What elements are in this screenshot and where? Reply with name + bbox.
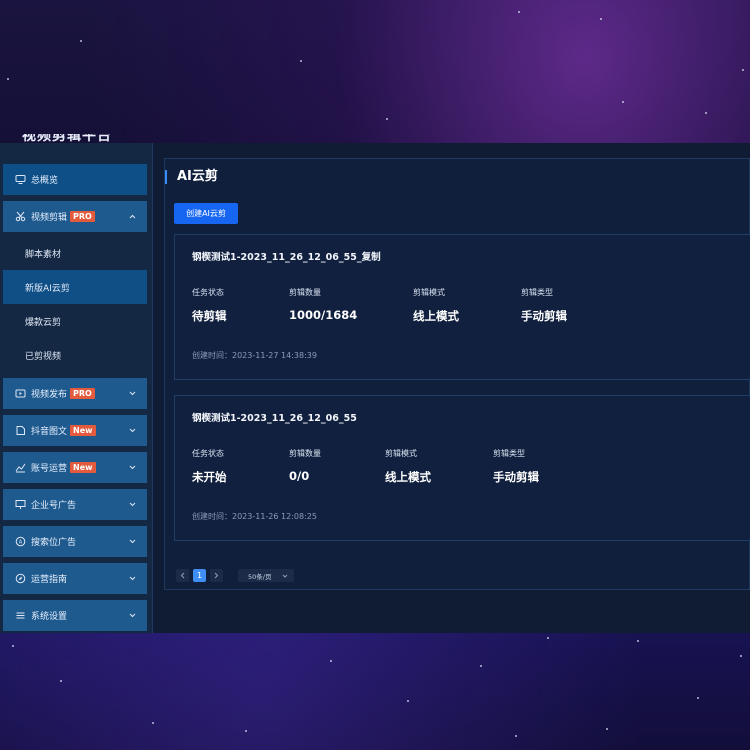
sidebar-item-label: 搜索位广告 bbox=[31, 538, 77, 548]
edit-mode-field: 剪辑模式 线上模式 bbox=[385, 448, 431, 485]
new-badge: New bbox=[70, 462, 96, 473]
sidebar-item-label: 视频发布 bbox=[31, 390, 68, 400]
sidebar-item-system-settings[interactable]: 系统设置 bbox=[3, 600, 147, 631]
next-page-button[interactable] bbox=[210, 569, 223, 582]
chart-icon bbox=[15, 462, 26, 473]
sidebar-item-video-publish[interactable]: 视频发布 PRO bbox=[3, 378, 147, 409]
created-time: 创建时间：2023-11-27 14:38:39 bbox=[192, 351, 317, 360]
sidebar-item-operation-guide[interactable]: 运营指南 bbox=[3, 563, 147, 594]
sidebar: 总概览 视频剪辑 PRO 脚本素材 新版AI云剪 爆款云剪 已剪视频 视频发布 … bbox=[0, 143, 153, 633]
image-text-icon bbox=[15, 425, 26, 436]
task-status-field: 任务状态 未开始 bbox=[192, 448, 227, 485]
edit-mode-value: 线上模式 bbox=[413, 309, 459, 323]
video-edit-submenu: 脚本素材 新版AI云剪 爆款云剪 已剪视频 bbox=[3, 236, 147, 372]
submenu-item-edited-videos[interactable]: 已剪视频 bbox=[3, 338, 147, 372]
billboard-icon bbox=[15, 499, 26, 510]
prev-page-button[interactable] bbox=[176, 569, 189, 582]
chevron-down-icon bbox=[129, 389, 136, 399]
submenu-item-script-material[interactable]: 脚本素材 bbox=[3, 236, 147, 270]
new-badge: New bbox=[70, 425, 96, 436]
submenu-item-hot-cloud-edit[interactable]: 爆款云剪 bbox=[3, 304, 147, 338]
task-card[interactable]: 钢楔测试1-2023_11_26_12_06_55_复制 任务状态 待剪辑 剪辑… bbox=[174, 234, 750, 380]
page-size-value: 50条/页 bbox=[248, 572, 272, 581]
task-status-field: 任务状态 待剪辑 bbox=[192, 287, 227, 324]
edit-type-value: 手动剪辑 bbox=[493, 470, 539, 484]
edit-type-field: 剪辑类型 手动剪辑 bbox=[521, 287, 567, 324]
edit-count-value: 1000/1684 bbox=[289, 308, 358, 322]
sidebar-item-label: 视频剪辑 bbox=[31, 213, 68, 223]
sidebar-item-overview[interactable]: 总概览 bbox=[3, 164, 147, 195]
task-status-value: 待剪辑 bbox=[192, 309, 227, 323]
chevron-right-icon bbox=[214, 572, 219, 579]
edit-type-label: 剪辑类型 bbox=[493, 449, 525, 458]
chevron-down-icon bbox=[129, 611, 136, 621]
sidebar-item-search-ads[interactable]: A 搜索位广告 bbox=[3, 526, 147, 557]
chevron-down-icon bbox=[129, 426, 136, 436]
edit-mode-label: 剪辑模式 bbox=[413, 288, 445, 297]
chevron-left-icon bbox=[180, 572, 185, 579]
edit-type-field: 剪辑类型 手动剪辑 bbox=[493, 448, 539, 485]
sidebar-item-account-operation[interactable]: 账号运营 New bbox=[3, 452, 147, 483]
create-ai-cloud-edit-button[interactable]: 创建AI云剪 bbox=[174, 203, 238, 224]
chevron-down-icon bbox=[129, 537, 136, 547]
edit-mode-label: 剪辑模式 bbox=[385, 449, 417, 458]
sidebar-item-label: 系统设置 bbox=[31, 612, 68, 622]
sidebar-item-video-edit[interactable]: 视频剪辑 PRO bbox=[3, 201, 147, 232]
compass-icon bbox=[15, 573, 26, 584]
sidebar-item-enterprise-ads[interactable]: 企业号广告 bbox=[3, 489, 147, 520]
publish-icon bbox=[15, 388, 26, 399]
page-size-select[interactable]: 50条/页 bbox=[238, 569, 294, 582]
page-title: AI云剪 bbox=[165, 170, 218, 184]
task-card[interactable]: 钢楔测试1-2023_11_26_12_06_55 任务状态 未开始 剪辑数量 … bbox=[174, 395, 750, 541]
edit-count-field: 剪辑数量 1000/1684 bbox=[289, 287, 357, 322]
created-time: 创建时间：2023-11-26 12:08:25 bbox=[192, 512, 317, 521]
edit-type-value: 手动剪辑 bbox=[521, 309, 567, 323]
pro-badge: PRO bbox=[70, 211, 95, 222]
edit-count-field: 剪辑数量 0/0 bbox=[289, 448, 321, 483]
edit-count-value: 0/0 bbox=[289, 469, 310, 483]
chevron-up-icon bbox=[129, 212, 136, 222]
edit-mode-field: 剪辑模式 线上模式 bbox=[413, 287, 459, 324]
chevron-down-icon bbox=[129, 500, 136, 510]
pagination: 1 50条/页 bbox=[176, 569, 294, 582]
chevron-down-icon bbox=[129, 574, 136, 584]
sidebar-item-label: 企业号广告 bbox=[31, 501, 77, 511]
edit-count-label: 剪辑数量 bbox=[289, 449, 321, 458]
chevron-down-icon bbox=[282, 574, 288, 578]
settings-list-icon bbox=[15, 610, 26, 621]
svg-text:A: A bbox=[19, 539, 23, 545]
monitor-icon bbox=[15, 174, 26, 185]
main-panel: AI云剪 创建AI云剪 钢楔测试1-2023_11_26_12_06_55_复制… bbox=[164, 158, 750, 590]
sidebar-item-label: 抖音图文 bbox=[31, 427, 68, 437]
task-status-label: 任务状态 bbox=[192, 288, 224, 297]
edit-mode-value: 线上模式 bbox=[385, 470, 431, 484]
sidebar-item-label: 运营指南 bbox=[31, 575, 68, 585]
sidebar-item-label: 账号运营 bbox=[31, 464, 68, 474]
pro-badge: PRO bbox=[70, 388, 95, 399]
task-status-value: 未开始 bbox=[192, 470, 227, 484]
task-status-label: 任务状态 bbox=[192, 449, 224, 458]
chevron-down-icon bbox=[129, 463, 136, 473]
submenu-item-ai-cloud-edit[interactable]: 新版AI云剪 bbox=[3, 270, 147, 304]
edit-count-label: 剪辑数量 bbox=[289, 288, 321, 297]
edit-type-label: 剪辑类型 bbox=[521, 288, 553, 297]
page-number-button[interactable]: 1 bbox=[193, 569, 206, 582]
sidebar-item-label: 总概览 bbox=[31, 176, 59, 186]
sidebar-item-douyin-image-text[interactable]: 抖音图文 New bbox=[3, 415, 147, 446]
scissors-icon bbox=[15, 211, 26, 222]
task-name: 钢楔测试1-2023_11_26_12_06_55 bbox=[192, 413, 357, 424]
search-ad-icon: A bbox=[15, 536, 26, 547]
task-name: 钢楔测试1-2023_11_26_12_06_55_复制 bbox=[192, 252, 381, 263]
